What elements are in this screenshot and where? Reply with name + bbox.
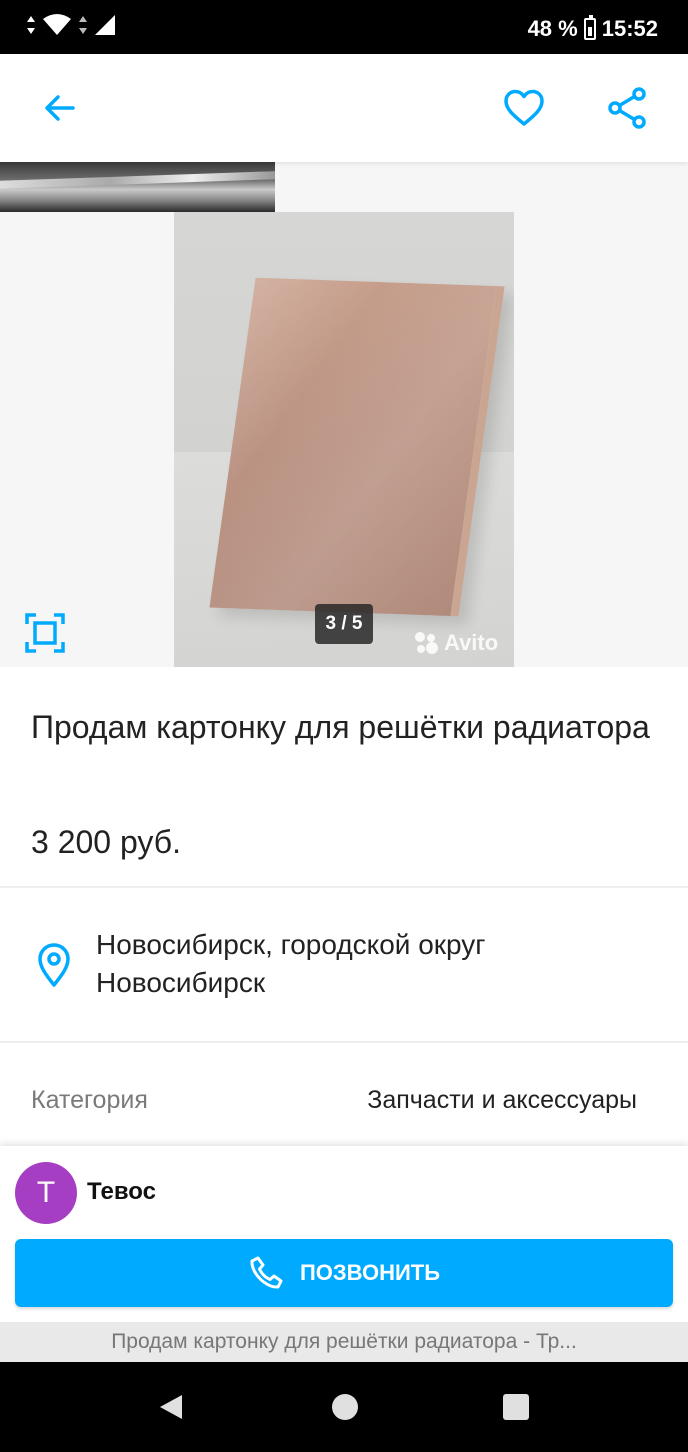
- seller-panel: Т Тевос ПОЗВОНИТЬ: [0, 1146, 688, 1322]
- listing-price: 3 200 руб.: [31, 824, 181, 860]
- arrow-left-icon: [45, 95, 75, 121]
- wifi-icon: [43, 14, 71, 35]
- share-icon: [608, 87, 646, 129]
- listing-location[interactable]: Новосибирск, городской округ Новосибирск: [96, 926, 656, 1002]
- fullscreen-icon: [25, 613, 65, 653]
- avito-logo-icon: [415, 632, 438, 654]
- seller-name[interactable]: Тевос: [87, 1178, 156, 1206]
- previous-photo-preview[interactable]: [0, 162, 275, 212]
- battery-percent: 48 %: [527, 16, 578, 41]
- nav-back-icon[interactable]: [156, 1392, 186, 1422]
- share-button[interactable]: [599, 80, 655, 136]
- divider: [0, 1041, 688, 1043]
- battery-icon: [583, 15, 596, 40]
- heart-outline-icon: [504, 89, 544, 126]
- clock: 15:52: [601, 16, 658, 41]
- photo-cardboard: [209, 277, 505, 617]
- location-pin-icon: [38, 943, 70, 987]
- photo-gallery[interactable]: 3 / 5 Avito: [0, 162, 688, 667]
- status-icons-left: [26, 14, 116, 36]
- photo-counter: 3 / 5: [315, 604, 373, 644]
- nav-home-icon[interactable]: [330, 1392, 360, 1422]
- watermark-text: Avito: [444, 630, 499, 655]
- back-button[interactable]: [32, 80, 88, 136]
- avito-watermark: Avito: [414, 630, 498, 656]
- listing-title: Продам картонку для решётки радиатора: [31, 709, 650, 745]
- listing-photo[interactable]: [174, 212, 514, 667]
- system-nav-bar: [0, 1362, 688, 1452]
- category-label: Категория: [31, 1086, 148, 1114]
- data-transfer-icon: [27, 16, 35, 34]
- status-bar: 48 % 15:52: [0, 0, 688, 54]
- favorite-button[interactable]: [496, 80, 552, 136]
- status-icons-right: 48 % 15:52: [527, 15, 658, 42]
- app-bar: [0, 54, 688, 162]
- signal-icon: [95, 15, 115, 35]
- call-button-label: ПОЗВОНИТЬ: [299, 1260, 441, 1285]
- page-caption: Продам картонку для решётки радиатора - …: [0, 1322, 688, 1362]
- seller-avatar[interactable]: Т: [15, 1162, 77, 1224]
- fullscreen-button[interactable]: [22, 610, 68, 656]
- divider: [0, 886, 688, 888]
- call-button[interactable]: ПОЗВОНИТЬ: [15, 1239, 673, 1307]
- mobile-data-icon: [79, 16, 87, 34]
- nav-recent-apps-icon[interactable]: [501, 1392, 531, 1422]
- phone-icon: [250, 1256, 283, 1289]
- category-value: Запчасти и аксессуары: [367, 1086, 637, 1114]
